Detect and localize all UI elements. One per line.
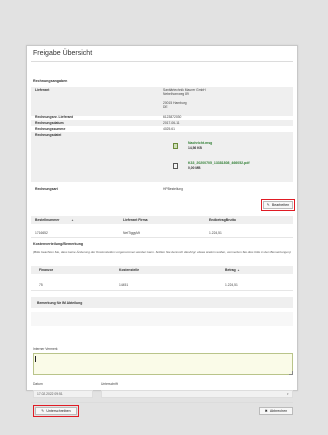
text-cursor xyxy=(35,356,36,362)
datum-label: Datum xyxy=(33,382,43,386)
interner-vermerk-label: Interner Vermerk xyxy=(33,347,58,351)
cost-kostenstelle-cell: 14451 xyxy=(119,283,129,287)
section-heading-kosten: Kostenverteilung/Bemerkung xyxy=(33,242,84,246)
footer-divider xyxy=(31,402,293,403)
col-bestellnummer[interactable]: Bestellnummer xyxy=(35,218,60,222)
rechnungsdatei-label: Rechnungsdatei xyxy=(35,133,62,137)
close-icon: ✖ xyxy=(264,409,268,413)
page-title: Freigabe Übersicht xyxy=(33,50,93,57)
cost-betrag-cell: 1.224,51 xyxy=(225,283,238,287)
rechnungsdatei-row xyxy=(31,132,293,182)
col-endbetrag[interactable]: EndbetragBrutto xyxy=(209,218,236,222)
title-divider xyxy=(31,61,293,62)
col-finanzor: Finanzor xyxy=(39,268,54,272)
unterschrift-label: Unterschrift xyxy=(101,382,118,386)
file-size-msg: 14,56 KB xyxy=(188,146,202,150)
bemerkung-label: Bemerkung für IM Abteilung xyxy=(37,301,83,305)
rechnungsdatum-value: 2017-06-11 xyxy=(163,121,180,125)
order-amount-cell: 1.224,51 xyxy=(209,231,222,235)
col-betrag[interactable]: Betrag xyxy=(225,268,236,272)
lieferant-label: Lieferant xyxy=(35,88,50,92)
pdf-file-icon xyxy=(173,163,178,169)
lieferant-row xyxy=(31,87,293,116)
rechnungsnr-value: 6123872030 xyxy=(163,115,182,119)
sign-button-label: Unterschreiben xyxy=(46,409,71,413)
sort-arrow-icon[interactable]: ▲ xyxy=(71,218,74,222)
file-name-msg[interactable]: Nachricht.msg xyxy=(188,141,212,145)
order-number-cell: 1716652 xyxy=(35,231,48,235)
col-lieferant-firma[interactable]: Lieferant Firma xyxy=(123,218,148,222)
sort-arrow-icon[interactable]: ▲ xyxy=(237,268,240,272)
resize-handle-icon[interactable] xyxy=(289,371,293,375)
file-attachment-msg[interactable]: Nachricht.msg 14,56 KB xyxy=(161,141,281,153)
cancel-button-label: Abbrechen xyxy=(269,409,288,413)
rechnungsdatum-row xyxy=(31,120,293,126)
file-name-pdf[interactable]: K33_20200705_13381808_466052.pdf xyxy=(188,161,250,165)
rechnungsnr-label: Rechnungsnr. Lieferant xyxy=(35,115,73,119)
cost-finanzor-cell: 75 xyxy=(39,283,43,287)
order-supplier-cell: NetTiggyMt xyxy=(123,231,140,235)
kosten-hint: (Bitte beachten Sie, dass keine Änderung… xyxy=(33,250,291,254)
interner-vermerk-textarea[interactable] xyxy=(33,353,293,375)
row-divider xyxy=(31,290,293,291)
file-size-pdf: 0,00 MB xyxy=(188,166,201,170)
section-heading-rechnungsangaben: Rechnungsangaben xyxy=(33,79,68,83)
edit-button-label: Bearbeiten xyxy=(271,203,290,207)
cancel-button[interactable]: ✖ Abbrechen xyxy=(259,407,293,415)
rechnungssumme-label: Rechnungssumme xyxy=(35,127,66,131)
row-divider xyxy=(31,237,293,238)
approval-panel: Freigabe Übersicht Rechnungsangaben Lief… xyxy=(26,45,298,417)
file-attachment-pdf[interactable]: K33_20200705_13381808_466052.pdf 0,00 MB xyxy=(161,161,281,173)
edit-button[interactable]: ✎ Bearbeiten xyxy=(261,199,295,211)
rechnungssumme-value: 4025.61 xyxy=(163,127,175,131)
lieferant-country: DE xyxy=(163,105,168,109)
rechnungsdatum-label: Rechnungsdatum xyxy=(35,121,64,125)
pencil-icon: ✎ xyxy=(41,409,45,413)
col-kostenstelle: Kostenstelle xyxy=(119,268,140,272)
cost-table-header xyxy=(31,266,293,274)
email-file-icon xyxy=(173,143,178,149)
rechnungsart-label: Rechnungsart xyxy=(35,187,58,191)
bemerkung-content xyxy=(31,312,293,326)
rechnungsart-value: HPBestellung xyxy=(163,187,183,191)
chevron-down-icon: ▾ xyxy=(287,392,289,396)
unterschrift-field xyxy=(101,390,293,398)
lieferant-street: Nebelhornweg 89 xyxy=(163,92,189,96)
datum-field: 17.02.2022 09:51 xyxy=(33,390,93,398)
sign-button[interactable]: ✎ Unterschreiben xyxy=(33,405,79,417)
pencil-icon: ✎ xyxy=(266,203,270,207)
